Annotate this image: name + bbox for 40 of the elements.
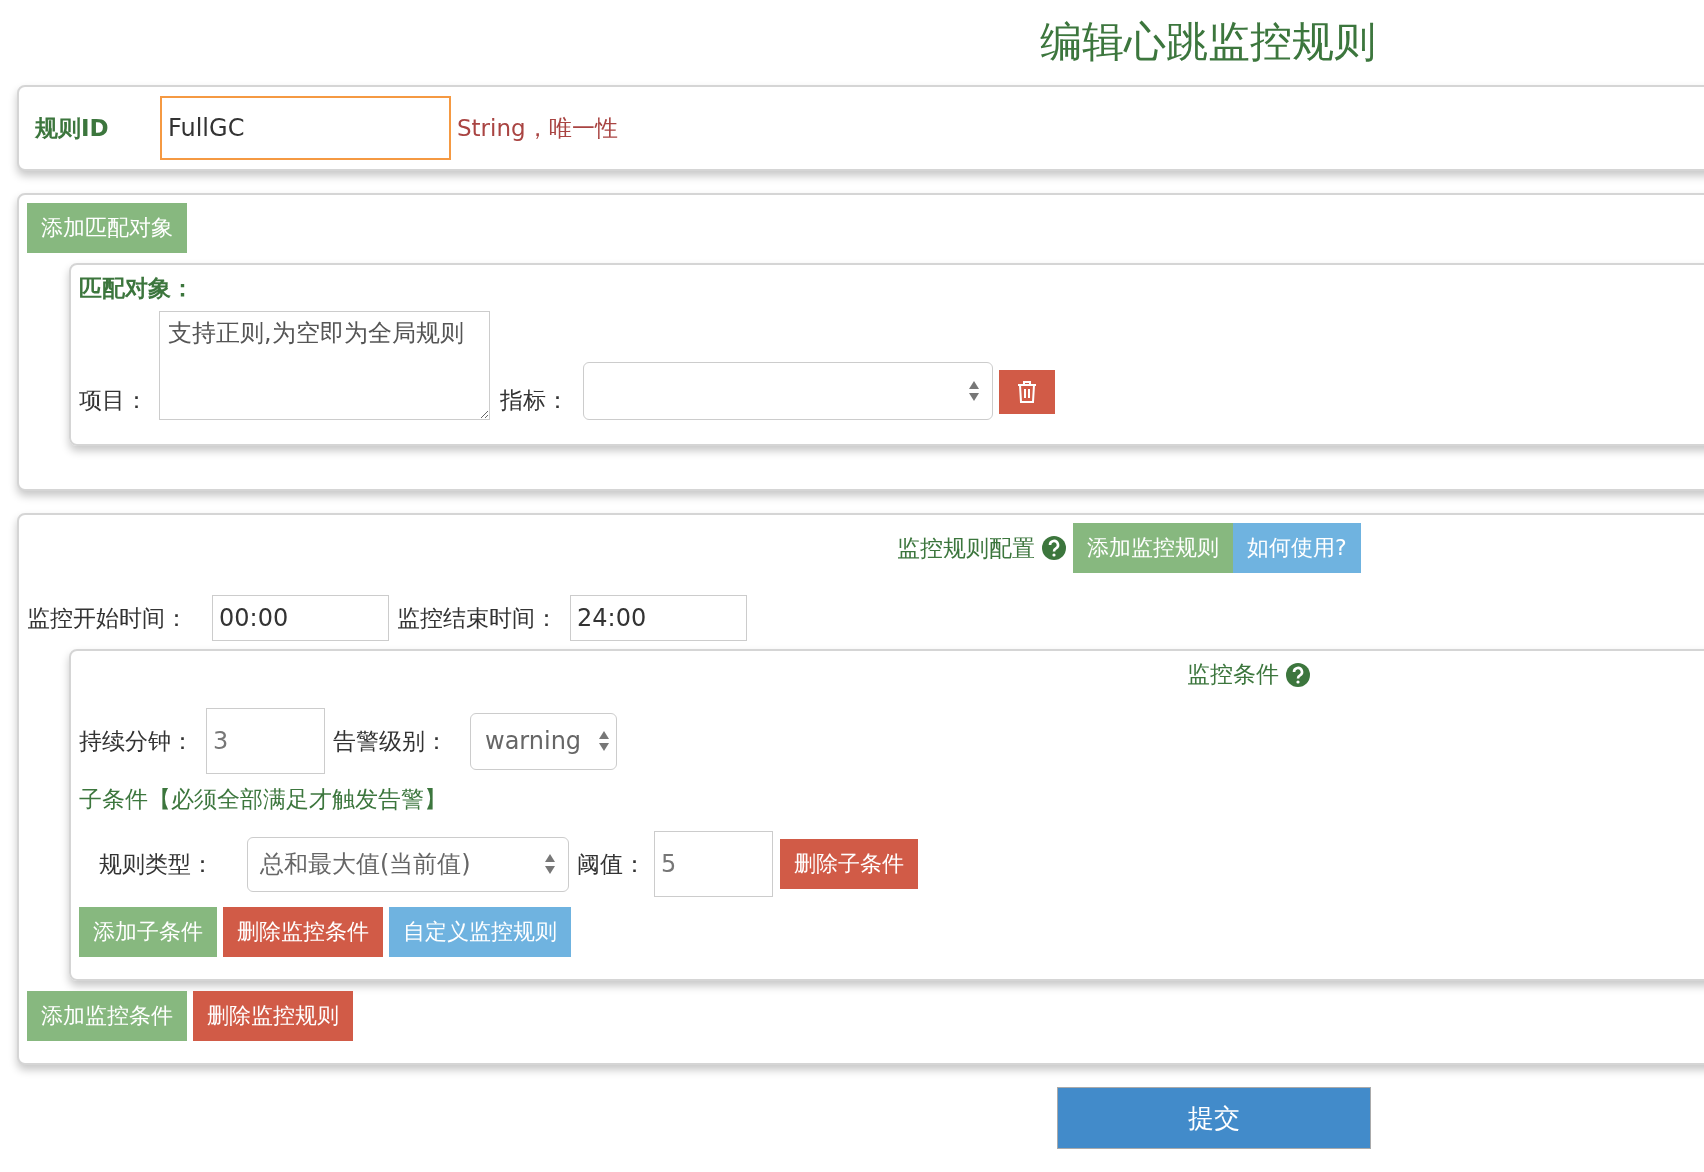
condition-button[interactable]: 添加子条件	[79, 907, 217, 957]
end-time-label: 监控结束时间：	[397, 603, 558, 633]
project-textarea[interactable]: 支持正则,为空即为全局规则	[159, 311, 490, 420]
rule-button[interactable]: 删除监控规则	[193, 991, 353, 1041]
select-arrows-icon	[598, 730, 610, 752]
submit-button[interactable]: 提交	[1057, 1087, 1371, 1149]
start-time-input[interactable]: 00:00	[212, 595, 389, 641]
select-arrows-icon	[968, 380, 980, 402]
start-time-label: 监控开始时间：	[27, 603, 189, 633]
duration-input[interactable]: 3	[206, 708, 325, 774]
header-button[interactable]: 如何使用?	[1233, 523, 1361, 573]
header-button[interactable]: 添加监控规则	[1073, 523, 1233, 573]
condition-button[interactable]: 删除监控条件	[223, 907, 383, 957]
alert-level-select[interactable]: warning	[470, 712, 617, 770]
rule-type-select[interactable]: 总和最大值(当前值)	[247, 836, 569, 892]
alert-level-label: 告警级别：	[333, 726, 449, 756]
condition-heading: 监控条件	[1187, 660, 1279, 689]
help-icon[interactable]	[1041, 535, 1067, 561]
match-title: 匹配对象：	[79, 274, 195, 303]
duration-label: 持续分钟：	[79, 726, 195, 756]
rule-button[interactable]: 添加监控条件	[27, 991, 187, 1041]
rule-id-input[interactable]: FullGC	[160, 96, 451, 160]
threshold-input[interactable]: 5	[654, 831, 773, 897]
condition-button[interactable]: 自定义监控规则	[389, 907, 571, 957]
delete-sub-condition-button[interactable]: 删除子条件	[780, 839, 918, 889]
page-title: 编辑心跳监控规则	[1040, 16, 1377, 68]
threshold-label: 阈值：	[577, 849, 646, 879]
delete-button[interactable]	[999, 370, 1055, 414]
select-arrows-icon	[544, 853, 556, 875]
metric-label: 指标：	[500, 386, 569, 415]
add-match-button[interactable]: 添加匹配对象	[27, 203, 187, 253]
help-icon[interactable]	[1285, 661, 1311, 688]
trash-icon	[1017, 380, 1037, 404]
rule-id-hint: String，唯一性	[457, 113, 618, 143]
sub-condition-heading: 子条件【必须全部满足才触发告警】	[79, 785, 448, 814]
monitor-config-heading: 监控规则配置	[897, 533, 1035, 563]
rule-id-label: 规则ID	[35, 113, 110, 143]
project-label: 项目：	[79, 386, 149, 415]
end-time-input[interactable]: 24:00	[570, 595, 747, 641]
rule-type-label: 规则类型：	[99, 849, 215, 879]
